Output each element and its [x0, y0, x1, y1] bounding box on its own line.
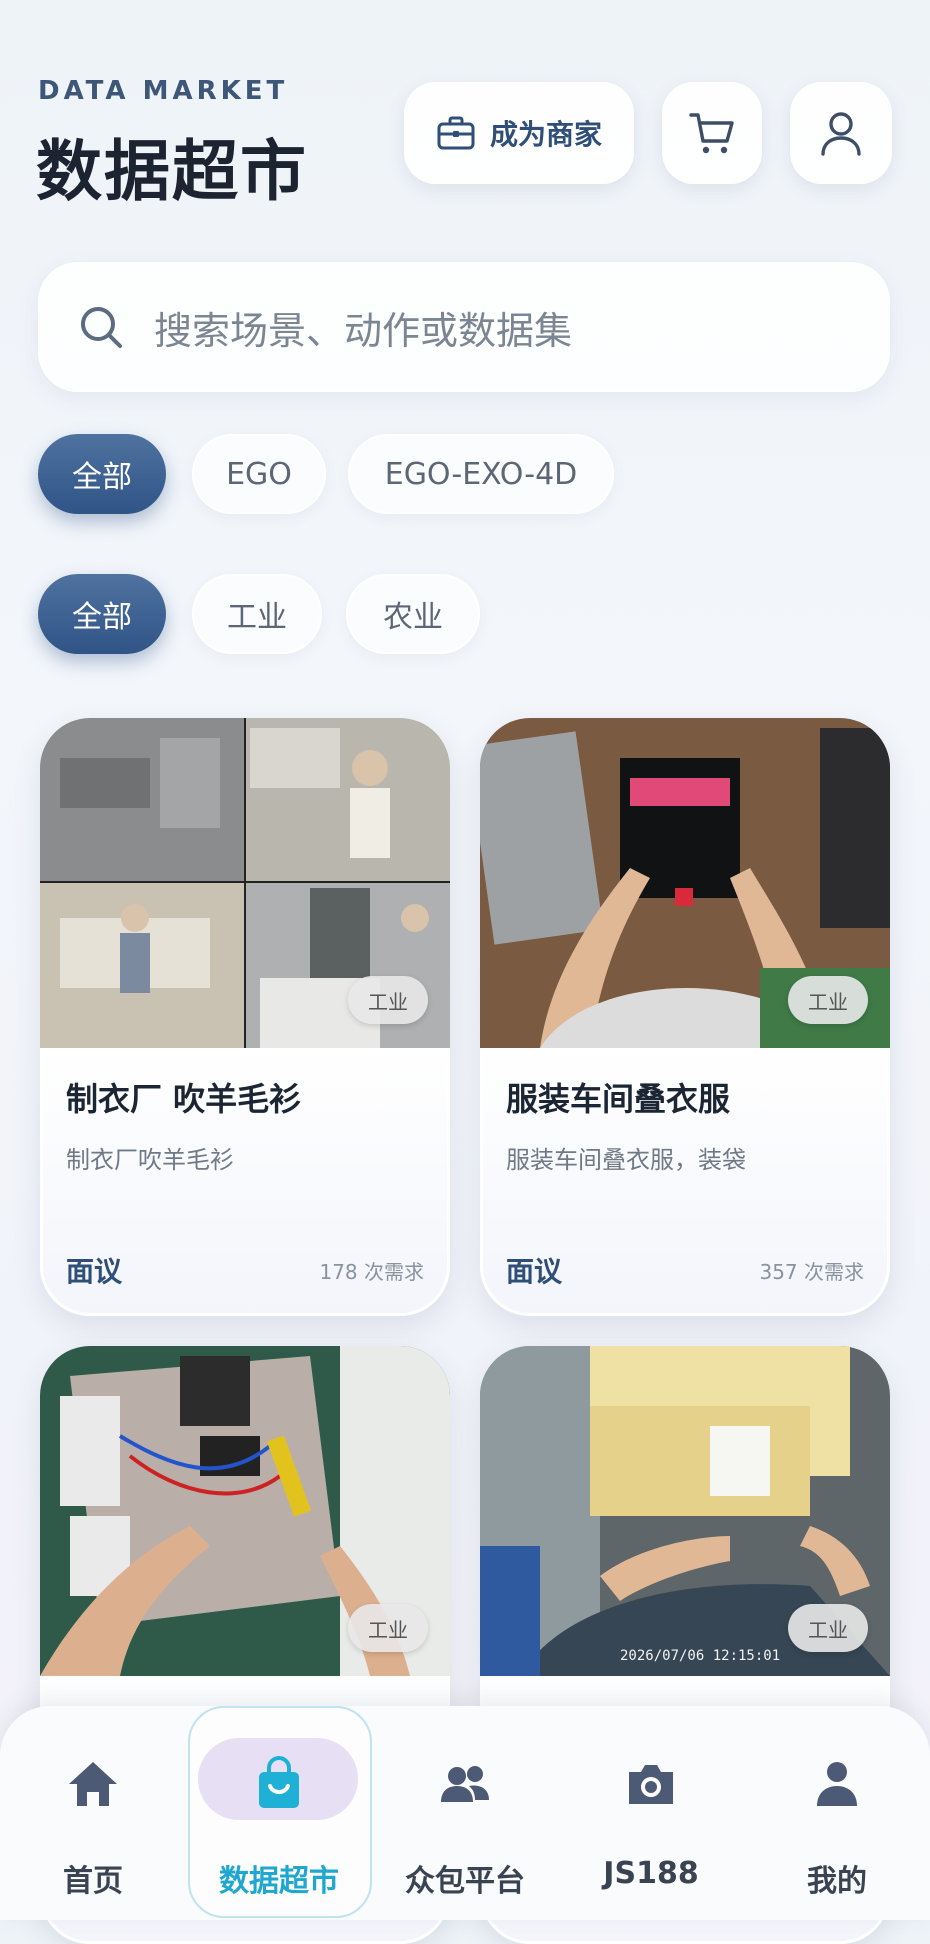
industry-chip-all[interactable]: 全部: [38, 574, 166, 654]
category-tag: 工业: [788, 1604, 868, 1652]
camera-icon: [629, 1765, 673, 1804]
card-description: 服装车间叠衣服，装袋: [506, 1146, 746, 1174]
nav-label: JS188: [603, 1856, 699, 1891]
cart-button[interactable]: [662, 82, 762, 184]
briefcase-icon: [437, 116, 475, 150]
card-description: 制衣厂吹羊毛衫: [66, 1146, 234, 1174]
type-chip-ego-exo-4d[interactable]: EGO-EXO-4D: [348, 434, 614, 514]
become-merchant-button[interactable]: 成为商家: [404, 82, 634, 184]
cart-icon: [689, 113, 734, 154]
nav-item-profile[interactable]: 我的: [744, 1706, 930, 1920]
card-title: 服装车间叠衣服: [506, 1080, 731, 1118]
card-price: 面议: [506, 1255, 563, 1288]
industry-chip-industrial[interactable]: 工业: [192, 574, 322, 654]
page-subtitle: DATA MARKET: [38, 76, 289, 106]
become-merchant-label: 成为商家: [489, 118, 602, 151]
video-timestamp: 2026/07/06 12:15:01: [620, 1648, 781, 1664]
dataset-card[interactable]: 工业 制衣厂 吹羊毛衫 制衣厂吹羊毛衫 面议 178 次需求: [40, 718, 450, 1316]
bottom-nav: 首页 数据超市 众包平台 JS188 我的: [0, 1706, 930, 1920]
users-icon: [441, 1766, 489, 1802]
user-icon: [821, 112, 861, 156]
page-title: 数据超市: [36, 133, 308, 210]
industry-chip-agriculture[interactable]: 农业: [346, 574, 480, 654]
search-placeholder[interactable]: 搜索场景、动作或数据集: [154, 300, 572, 355]
type-chip-all[interactable]: 全部: [38, 434, 166, 514]
profile-button[interactable]: [790, 82, 892, 184]
nav-item-data-market[interactable]: 数据超市: [186, 1706, 372, 1920]
card-demand-count: 178 次需求: [319, 1260, 424, 1284]
person-icon: [817, 1762, 857, 1806]
card-demand-count: 357 次需求: [759, 1260, 864, 1284]
card-thumbnail: 工业: [480, 718, 890, 1048]
type-chip-ego[interactable]: EGO: [192, 434, 326, 514]
category-tag: 工业: [788, 976, 868, 1024]
dataset-card[interactable]: 工业 服装车间叠衣服 服装车间叠衣服，装袋 面议 357 次需求: [480, 718, 890, 1316]
card-price: 面议: [66, 1255, 123, 1288]
shopping-bag-icon: [259, 1756, 299, 1808]
card-thumbnail: 工业: [40, 718, 450, 1048]
nav-item-crowdsourcing[interactable]: 众包平台: [372, 1706, 558, 1920]
card-title: 制衣厂 吹羊毛衫: [66, 1080, 302, 1118]
nav-label: 数据超市: [219, 1864, 339, 1899]
category-tag: 工业: [348, 976, 428, 1024]
nav-item-js188[interactable]: JS188: [558, 1706, 744, 1920]
search-bar[interactable]: 搜索场景、动作或数据集: [38, 262, 890, 392]
nav-label: 首页: [63, 1864, 123, 1899]
card-thumbnail: 2026/07/06 12:15:01 工业: [480, 1346, 890, 1676]
nav-item-home[interactable]: 首页: [0, 1706, 186, 1920]
nav-label: 我的: [807, 1864, 867, 1899]
nav-label: 众包平台: [405, 1864, 525, 1899]
search-icon: [81, 307, 122, 348]
home-icon: [69, 1762, 117, 1806]
card-thumbnail: 工业: [40, 1346, 450, 1676]
category-tag: 工业: [348, 1604, 428, 1652]
